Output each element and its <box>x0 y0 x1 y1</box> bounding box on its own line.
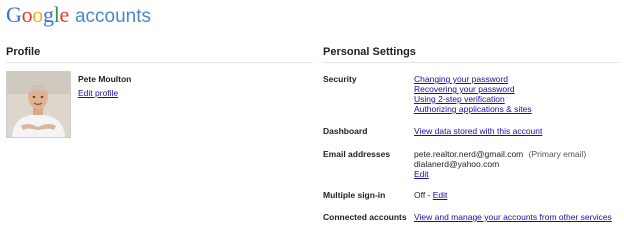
google-wordmark: Google <box>6 4 69 26</box>
secondary-email: dialanerd@yahoo.com <box>414 159 500 169</box>
edit-email-link[interactable]: Edit <box>414 169 429 179</box>
logo-letter-g2: g <box>43 2 54 27</box>
profile-photo <box>6 71 71 138</box>
dashboard-label: Dashboard <box>323 126 368 136</box>
product-name: accounts <box>74 6 152 27</box>
google-accounts-logo[interactable]: Google accounts <box>6 4 151 32</box>
settings-divider <box>323 62 619 63</box>
change-password-link[interactable]: Changing your password <box>414 74 508 84</box>
primary-email-note: (Primary email) <box>528 149 587 159</box>
manage-connected-accounts-link[interactable]: View and manage your accounts from other… <box>414 212 612 222</box>
multiple-signin-value: Off - Edit <box>414 190 447 200</box>
logo-letter-e: e <box>59 2 70 27</box>
multiple-signin-status: Off <box>414 190 426 200</box>
person-avatar-icon <box>7 72 70 137</box>
profile-name: Pete Moulton <box>78 74 132 84</box>
multiple-signin-label: Multiple sign-in <box>323 190 386 200</box>
profile-section-title: Profile <box>6 46 41 58</box>
security-links: Changing your password Recovering your p… <box>414 74 532 114</box>
connected-accounts-value: View and manage your accounts from other… <box>414 212 612 222</box>
multiple-signin-separator: - <box>425 190 433 200</box>
logo-letter-g1: G <box>6 2 22 27</box>
dashboard-value: View data stored with this account <box>414 126 542 136</box>
security-label: Security <box>323 74 357 84</box>
edit-profile-link[interactable]: Edit profile <box>78 88 118 98</box>
edit-multiple-signin-link[interactable]: Edit <box>433 190 448 200</box>
personal-settings-title: Personal Settings <box>323 46 416 58</box>
authorizing-apps-link[interactable]: Authorizing applications & sites <box>414 104 532 114</box>
connected-accounts-label: Connected accounts <box>323 212 407 222</box>
email-addresses-value: pete.realtor.nerd@gmail.com (Primary ema… <box>414 149 586 179</box>
two-step-verification-link[interactable]: Using 2-step verification <box>414 94 505 104</box>
profile-divider <box>6 62 313 63</box>
primary-email: pete.realtor.nerd@gmail.com <box>414 149 524 159</box>
email-addresses-label: Email addresses <box>323 149 391 159</box>
recover-password-link[interactable]: Recovering your password <box>414 84 515 94</box>
logo-letter-o2: o <box>32 2 43 27</box>
view-data-link[interactable]: View data stored with this account <box>414 126 542 136</box>
logo-letter-o1: o <box>21 2 33 27</box>
